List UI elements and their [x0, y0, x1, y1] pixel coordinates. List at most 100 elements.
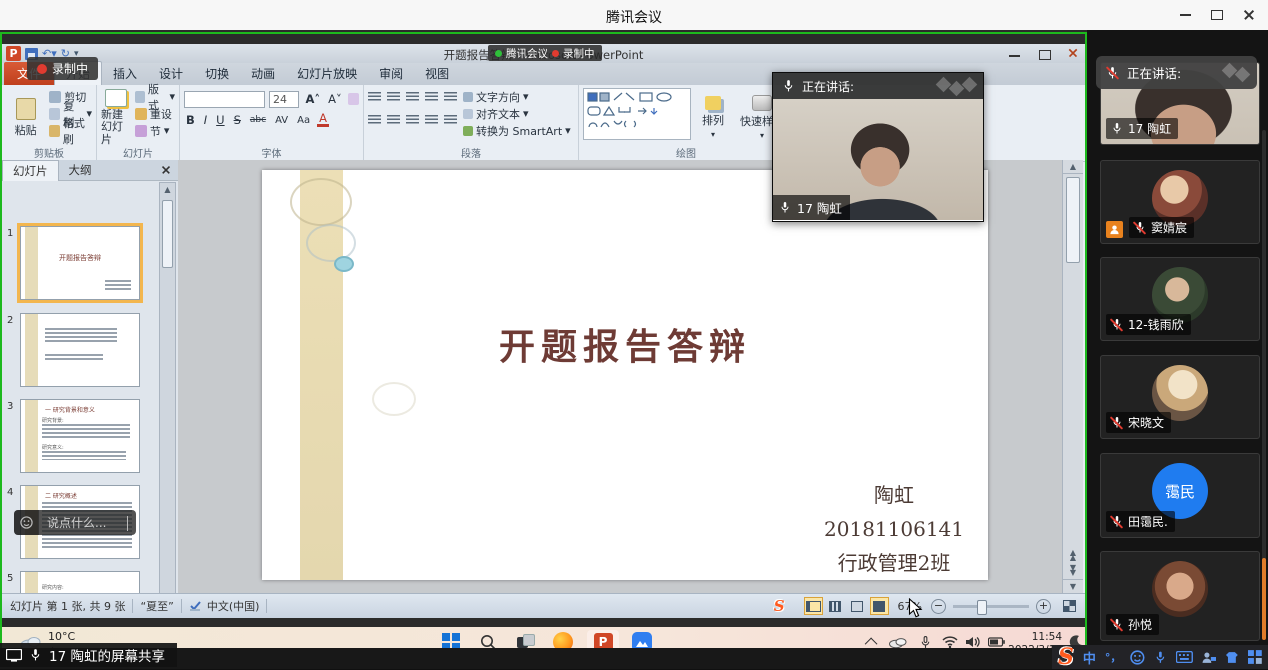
- sogou-voice-icon[interactable]: [1154, 650, 1167, 665]
- change-case-button[interactable]: Aa: [295, 115, 312, 126]
- scroll-thumb[interactable]: [1066, 177, 1080, 263]
- slide-thumbnail-2[interactable]: 2: [20, 313, 140, 387]
- ppt-close-button[interactable]: [1067, 47, 1079, 60]
- sogou-emoji-icon[interactable]: [1130, 650, 1145, 665]
- align-right-icon[interactable]: [406, 115, 419, 125]
- zoom-in-button[interactable]: +: [1036, 599, 1051, 614]
- collapse-chevron-icon[interactable]: [127, 516, 128, 530]
- font-size-box[interactable]: 24: [269, 91, 299, 108]
- shrink-font-button[interactable]: A˅: [326, 92, 344, 106]
- close-button[interactable]: [1234, 6, 1264, 24]
- sogou-toolbox-icon[interactable]: [1248, 650, 1262, 664]
- participant-tile-2[interactable]: 窦婧宸: [1100, 160, 1260, 244]
- shapes-gallery[interactable]: [583, 88, 691, 140]
- slide-thumbnail-5[interactable]: 5 研究内容:: [20, 571, 140, 594]
- ppt-minimize-button[interactable]: [1009, 47, 1023, 60]
- smartart-button[interactable]: 转换为 SmartArt ▾: [463, 122, 571, 139]
- pane-scroll-up-icon[interactable]: ▲: [160, 183, 175, 196]
- italic-button[interactable]: I: [202, 113, 209, 127]
- numbering-icon[interactable]: [387, 92, 400, 102]
- chat-placeholder[interactable]: 说点什么...: [47, 514, 106, 531]
- slide-canvas[interactable]: 开题报告答辩 陶虹 20181106141 行政管理2班: [262, 170, 988, 580]
- section-button[interactable]: 节 ▾: [135, 122, 175, 139]
- bullets-icon[interactable]: [368, 92, 381, 102]
- clear-format-icon[interactable]: [348, 93, 359, 105]
- participant-tile-6[interactable]: 孙悦: [1100, 551, 1260, 641]
- minimize-button[interactable]: [1170, 6, 1200, 24]
- floating-speaker-panel[interactable]: 正在讲话: 17 陶虹: [772, 72, 984, 222]
- zoom-out-button[interactable]: −: [931, 599, 946, 614]
- spellcheck-icon[interactable]: [189, 600, 202, 612]
- new-slide-button[interactable]: 新建幻灯片: [101, 88, 131, 147]
- justify-icon[interactable]: [425, 115, 438, 125]
- sogou-keyboard-icon[interactable]: [1176, 651, 1193, 663]
- participant-tile-5[interactable]: 霭民 田霭民.: [1100, 453, 1260, 538]
- weather-temp[interactable]: 10°C: [48, 630, 75, 643]
- participant-tile-4[interactable]: 宋晓文: [1100, 355, 1260, 439]
- indent-less-icon[interactable]: [406, 92, 419, 102]
- pane-tab-slides[interactable]: 幻灯片: [2, 160, 59, 181]
- scroll-down-icon[interactable]: ▼: [1063, 579, 1083, 593]
- char-spacing-button[interactable]: AV: [273, 115, 290, 126]
- pane-tab-outline[interactable]: 大纲: [59, 160, 102, 180]
- zoom-slider[interactable]: [953, 605, 1029, 608]
- arrange-button[interactable]: 排列▾: [697, 88, 729, 147]
- tab-view[interactable]: 视图: [414, 62, 460, 85]
- columns-icon[interactable]: [444, 115, 457, 125]
- slide-thumbnail-3[interactable]: 3 一 研究背景和意义 研究背景: 研究意义:: [20, 399, 140, 473]
- floating-speaker-header: 正在讲话:: [773, 73, 983, 99]
- align-left-icon[interactable]: [368, 115, 381, 125]
- sogou-input-toolbar[interactable]: S 中 °，: [1052, 645, 1268, 669]
- tab-review[interactable]: 审阅: [368, 62, 414, 85]
- indent-more-icon[interactable]: [425, 92, 438, 102]
- pane-scrollbar[interactable]: ▲: [159, 182, 176, 595]
- underline-button[interactable]: U: [214, 113, 226, 127]
- layout-button[interactable]: 版式 ▾: [135, 88, 175, 105]
- line-spacing-icon[interactable]: [444, 92, 457, 102]
- grow-font-button[interactable]: A˄: [303, 92, 322, 106]
- reset-button[interactable]: 重设: [135, 105, 175, 122]
- restore-button[interactable]: [1202, 6, 1232, 24]
- bold-button[interactable]: B: [184, 113, 197, 127]
- sogou-logo[interactable]: S: [1058, 646, 1074, 668]
- zoom-slider-thumb[interactable]: [977, 600, 987, 615]
- slide-title[interactable]: 开题报告答辩: [262, 318, 988, 370]
- tab-insert[interactable]: 插入: [102, 62, 148, 85]
- abc-strike-button[interactable]: abc: [248, 115, 268, 125]
- pane-scroll-thumb[interactable]: [162, 200, 173, 268]
- pane-close-icon[interactable]: [160, 164, 172, 176]
- next-slide-button[interactable]: ▼▼: [1063, 563, 1083, 579]
- scroll-up-icon[interactable]: ▲: [1063, 160, 1083, 174]
- sogou-mode-button[interactable]: 中: [1083, 648, 1096, 667]
- paste-button[interactable]: 粘贴: [6, 88, 45, 147]
- font-name-box[interactable]: [184, 91, 265, 108]
- sogou-skin-icon[interactable]: [1225, 651, 1239, 664]
- font-color-button[interactable]: A: [317, 113, 329, 128]
- language-indicator[interactable]: 中文(中国): [207, 598, 260, 614]
- sogou-account-icon[interactable]: [1202, 651, 1217, 664]
- view-sorter-button[interactable]: [826, 597, 845, 615]
- text-direction-button[interactable]: 文字方向 ▾: [463, 88, 571, 105]
- sidebar-scrollbar-thumb[interactable]: [1262, 558, 1266, 640]
- chat-quick-bar[interactable]: 说点什么...: [14, 510, 136, 535]
- tab-slideshow[interactable]: 幻灯片放映: [286, 62, 368, 85]
- slide-credits[interactable]: 陶虹 20181106141 行政管理2班: [824, 478, 964, 580]
- emoji-button[interactable]: [14, 510, 39, 535]
- sogou-punctuation-button[interactable]: °，: [1105, 649, 1122, 665]
- view-normal-button[interactable]: [804, 597, 823, 615]
- tab-animations[interactable]: 动画: [240, 62, 286, 85]
- fit-to-window-button[interactable]: [1060, 597, 1079, 615]
- strikethrough-button[interactable]: S: [232, 113, 243, 127]
- format-painter-button[interactable]: 格式刷: [49, 122, 92, 139]
- participant-tile-3[interactable]: 12-钱雨欣: [1100, 257, 1260, 341]
- tab-transitions[interactable]: 切换: [194, 62, 240, 85]
- previous-slide-button[interactable]: ▲▲: [1063, 548, 1083, 564]
- ppt-restore-button[interactable]: [1039, 47, 1051, 60]
- view-reading-button[interactable]: [848, 597, 867, 615]
- slide-thumbnail-1[interactable]: 1 开题报告答辩: [20, 226, 140, 300]
- view-slideshow-button[interactable]: [870, 597, 889, 615]
- align-center-icon[interactable]: [387, 115, 400, 125]
- editor-scrollbar[interactable]: ▲ ▲▲ ▼▼ ▼: [1062, 160, 1083, 593]
- sogou-status-icon[interactable]: S: [774, 599, 785, 614]
- align-text-button[interactable]: 对齐文本 ▾: [463, 105, 571, 122]
